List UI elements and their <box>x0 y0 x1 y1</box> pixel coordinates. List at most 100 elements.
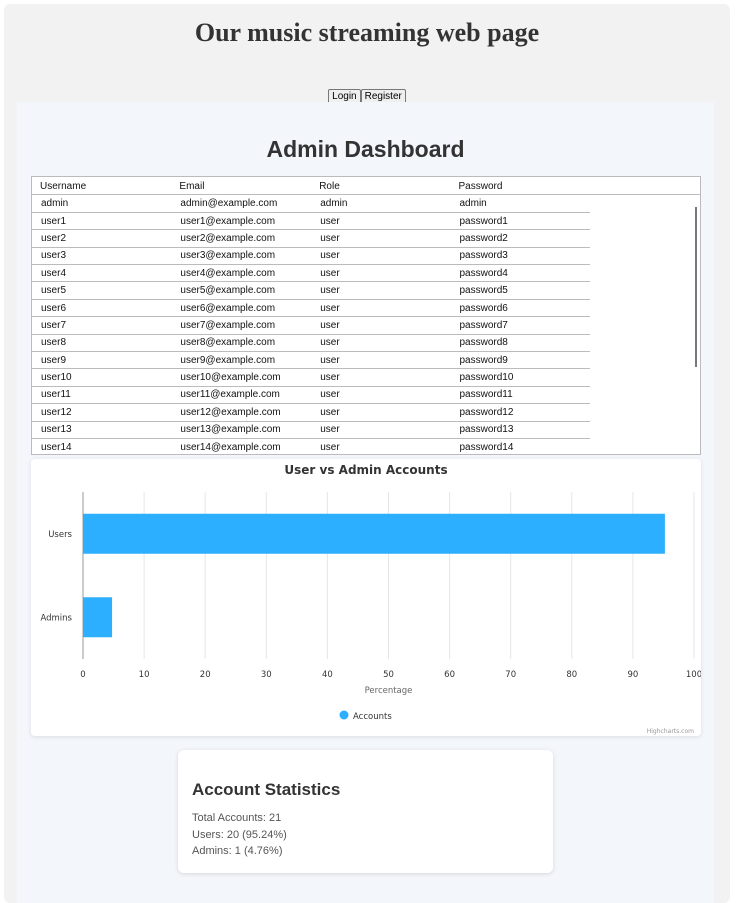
table-cell: user9@example.com <box>171 351 312 370</box>
table-cell: password7 <box>450 316 590 335</box>
column-header: Email <box>179 180 205 192</box>
admins-count: Admins: 1 (4.76%) <box>192 845 283 857</box>
table-row: user7 user7@example.com user password7 <box>32 316 590 335</box>
y-category-label: Admins <box>40 613 72 623</box>
table-cell: user <box>311 299 451 318</box>
table-row: user13 user13@example.com user password13 <box>32 421 590 439</box>
table-cell: password9 <box>450 351 590 370</box>
table-cell: admin@example.com <box>171 195 312 213</box>
table-cell: user8 <box>32 334 172 353</box>
table-cell: user11@example.com <box>171 386 312 405</box>
table-cell: password6 <box>450 299 590 318</box>
x-tick-label: 100 <box>686 670 701 680</box>
table-cell: user14 <box>32 438 172 454</box>
table-cell: user12 <box>32 403 172 422</box>
table-cell: user <box>311 264 451 283</box>
table-cell: user3 <box>32 247 172 266</box>
column-header: Username <box>40 180 87 192</box>
table-cell: user2@example.com <box>171 229 312 248</box>
table-row: user5 user5@example.com user password5 <box>32 281 590 300</box>
table-row: user11 user11@example.com user password11 <box>32 386 590 405</box>
table-row: user6 user6@example.com user password6 <box>32 299 590 318</box>
x-tick-label: 0 <box>80 670 85 680</box>
table-cell: user <box>311 229 451 248</box>
users-table-container[interactable]: Username Email Role Password admin admin@exa… <box>31 176 701 455</box>
table-cell: user5 <box>32 281 172 300</box>
table-cell: user <box>311 421 451 439</box>
table-cell: admin <box>32 195 172 213</box>
highcharts-credits: Highcharts.com <box>647 728 694 735</box>
x-tick-label: 60 <box>444 670 455 680</box>
table-cell: password14 <box>450 438 590 454</box>
table-cell: user12@example.com <box>171 403 312 422</box>
table-cell: password1 <box>450 212 590 231</box>
table-cell: user <box>311 212 451 231</box>
table-scrollbar[interactable] <box>695 207 697 367</box>
admin-dashboard: Admin Dashboard Username Email Role Passwor… <box>17 102 714 903</box>
table-cell: user <box>311 247 451 266</box>
users-count: Users: 20 (95.24%) <box>192 828 287 841</box>
table-cell: user2 <box>32 229 172 248</box>
chart-title: User vs Admin Accounts <box>284 463 447 477</box>
stats-title: Account Statistics <box>192 780 341 799</box>
total-accounts: Total Accounts: 21 <box>192 812 282 824</box>
table-row: admin admin@example.com admin admin <box>32 195 590 213</box>
table-cell: password10 <box>450 368 590 387</box>
table-cell: user7@example.com <box>171 316 312 335</box>
x-tick-label: 70 <box>505 670 516 680</box>
table-cell: password4 <box>450 264 590 283</box>
bar-users <box>83 513 665 554</box>
table-cell: password11 <box>450 386 590 405</box>
table-row: user10 user10@example.com user password10 <box>32 368 590 387</box>
x-tick-label: 80 <box>566 670 577 680</box>
table-row: user2 user2@example.com user password2 <box>32 229 590 248</box>
table-cell: user11 <box>32 386 172 405</box>
x-tick-label: 40 <box>322 670 333 680</box>
table-cell: user8@example.com <box>171 334 312 353</box>
table-cell: user <box>311 368 451 387</box>
table-cell: user <box>311 334 451 353</box>
table-cell: admin <box>311 195 451 213</box>
table-row: user1 user1@example.com user password1 <box>32 212 590 231</box>
table-cell: user5@example.com <box>171 281 312 300</box>
bar-admins <box>83 597 113 638</box>
table-cell: user6@example.com <box>171 299 312 318</box>
legend-marker-icon <box>339 710 349 720</box>
table-cell: admin <box>450 195 590 213</box>
chart-svg: User vs Admin Accounts 0 10 20 30 40 50 60 70 80 9… <box>40 463 702 735</box>
table-cell: user3@example.com <box>171 247 312 266</box>
site-title: Our music streaming web page <box>194 18 540 47</box>
table-cell: password13 <box>450 421 590 439</box>
table-cell: user1 <box>32 212 172 231</box>
table-row: user14 user14@example.com user password14 <box>32 438 590 454</box>
table-cell: user <box>311 386 451 405</box>
table-cell: user4 <box>32 264 172 283</box>
header-divider <box>32 194 700 195</box>
table-cell: user1@example.com <box>171 212 312 231</box>
table-cell: user13@example.com <box>171 421 312 439</box>
table-cell: password8 <box>450 334 590 353</box>
x-tick-label: 20 <box>200 670 211 680</box>
table-cell: user14@example.com <box>171 438 312 454</box>
table-cell: user9 <box>32 351 172 370</box>
table-cell: user10 <box>32 368 172 387</box>
table-cell: user4@example.com <box>171 264 312 283</box>
table-cell: user10@example.com <box>171 368 312 387</box>
table-cell: password12 <box>450 403 590 422</box>
column-header: Role <box>319 180 340 192</box>
table-cell: user <box>311 351 451 370</box>
table-cell: password3 <box>450 247 590 266</box>
table-row: user4 user4@example.com user password4 <box>32 264 590 283</box>
table-cell: user <box>311 403 451 422</box>
x-tick-label: 10 <box>139 670 150 680</box>
y-category-label: Users <box>48 530 72 540</box>
table-cell: user13 <box>32 421 172 439</box>
table-row: user8 user8@example.com user password8 <box>32 334 590 353</box>
column-header: Password <box>458 180 503 192</box>
table-cell: user6 <box>32 299 172 318</box>
x-tick-label: 50 <box>383 670 394 680</box>
page: Our music streaming web page Login Regist… <box>4 4 730 903</box>
table-cell: password2 <box>450 229 590 248</box>
x-tick-label: 30 <box>261 670 272 680</box>
x-tick-label: 90 <box>627 670 638 680</box>
